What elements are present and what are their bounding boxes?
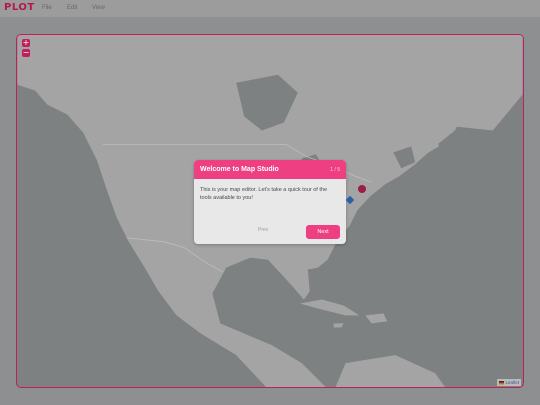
attribution-link[interactable]: Leaflet [505, 380, 519, 385]
menu-file[interactable]: File [42, 5, 52, 11]
zoom-out-button[interactable]: − [22, 49, 30, 57]
zoom-in-button[interactable]: + [22, 39, 30, 47]
dialog-body-text: This is your map editor. Let's take a qu… [200, 187, 328, 201]
map-marker[interactable] [358, 185, 366, 193]
tour-step-counter: 1 / 5 [330, 167, 340, 173]
prev-button[interactable]: Prev [258, 227, 268, 233]
menu-view[interactable]: View [92, 5, 105, 11]
next-button[interactable]: Next [306, 225, 340, 239]
dialog-title: Welcome to Map Studio [200, 166, 279, 173]
menu-bar: PLOT File Edit View [0, 0, 540, 17]
dialog-header: Welcome to Map Studio 1 / 5 [194, 160, 346, 179]
welcome-dialog: Welcome to Map Studio 1 / 5 This is your… [194, 160, 346, 244]
menu-edit[interactable]: Edit [67, 5, 77, 11]
app-logo: PLOT [4, 2, 35, 13]
ukraine-flag-icon [499, 381, 505, 385]
map-attribution[interactable]: Leaflet [497, 379, 521, 386]
